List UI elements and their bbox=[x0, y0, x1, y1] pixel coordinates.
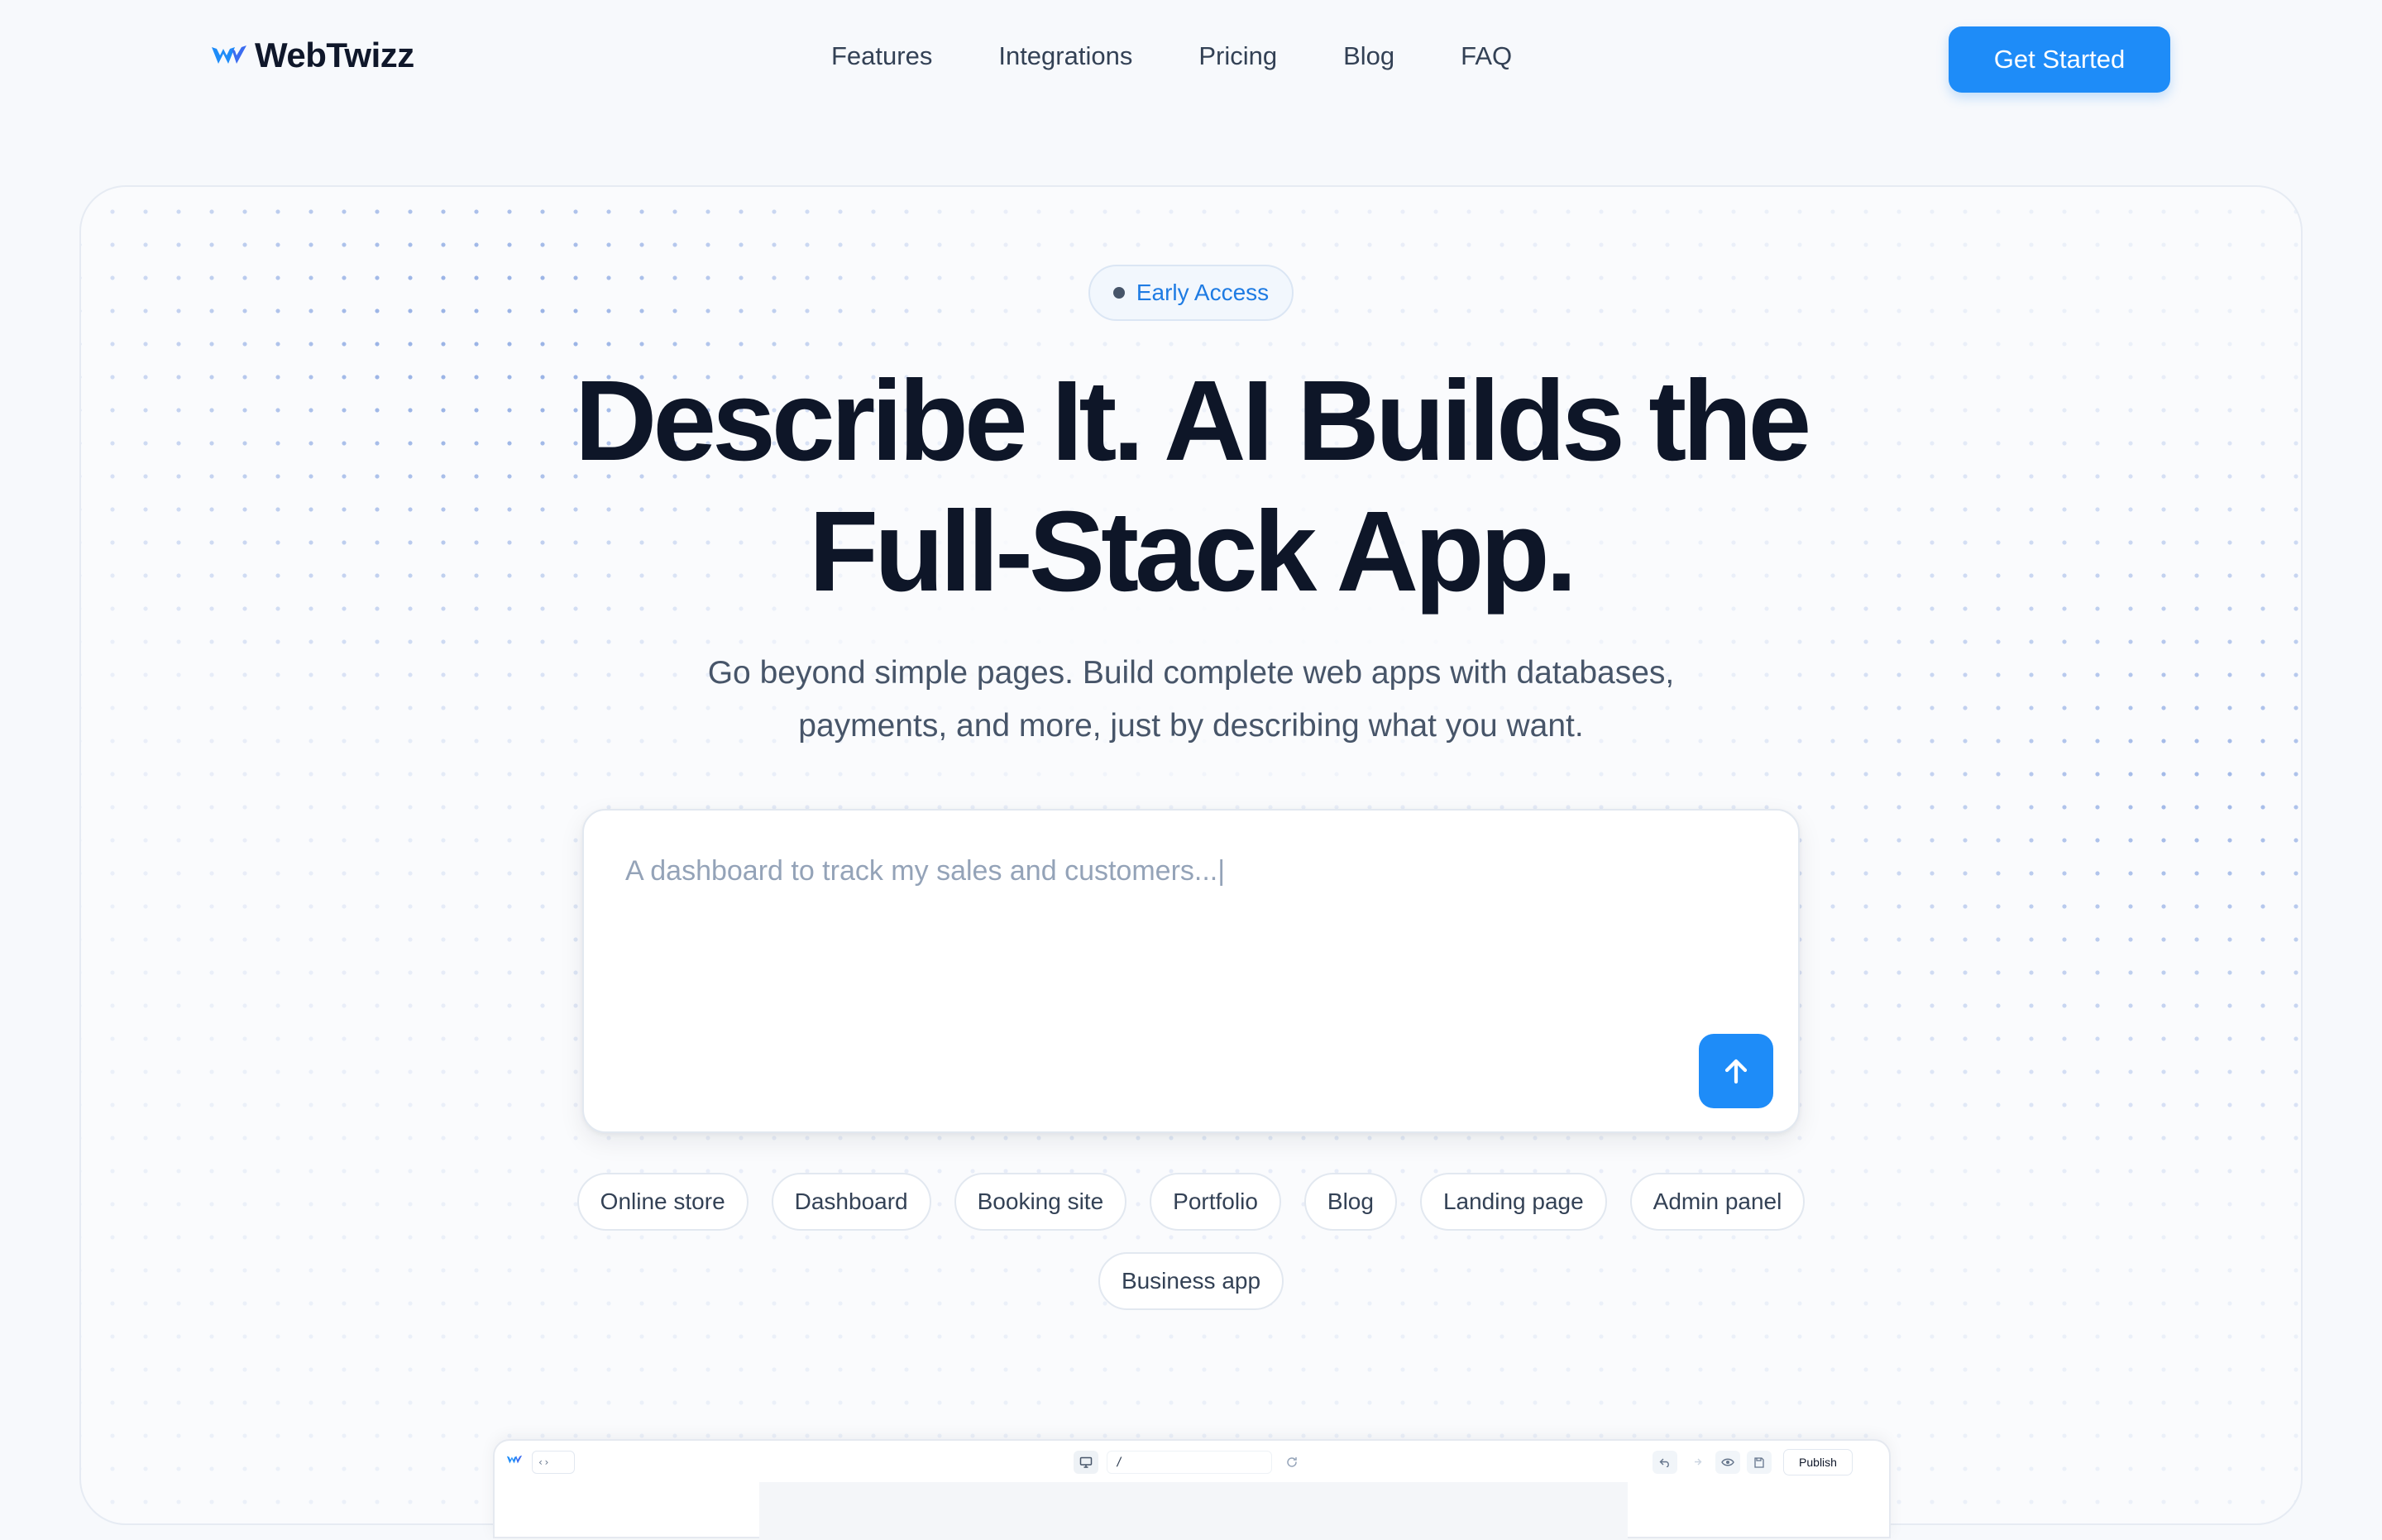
chip-admin-panel[interactable]: Admin panel bbox=[1629, 1173, 1806, 1231]
top-navigation: WebTwizz Features Integrations Pricing B… bbox=[0, 0, 2382, 124]
preview-toolbar: ‹› / Publish bbox=[495, 1441, 1889, 1482]
code-toggle[interactable]: ‹› bbox=[532, 1451, 575, 1474]
redo-icon[interactable] bbox=[1684, 1451, 1709, 1474]
early-access-badge: Early Access bbox=[1088, 265, 1294, 321]
save-icon[interactable] bbox=[1747, 1451, 1772, 1474]
subtitle-line-2: payments, and more, just by describing w… bbox=[798, 708, 1584, 744]
chip-booking-site[interactable]: Booking site bbox=[954, 1173, 1127, 1231]
nav-links: Features Integrations Pricing Blog FAQ bbox=[831, 41, 1512, 71]
status-dot-icon bbox=[1112, 287, 1125, 299]
preview-logo-icon bbox=[506, 1455, 523, 1464]
hero-headline: Describe It. AI Builds the Full-Stack Ap… bbox=[0, 356, 2382, 617]
preview-canvas bbox=[759, 1482, 1628, 1540]
submit-prompt-button[interactable] bbox=[1699, 1034, 1773, 1108]
monitor-icon[interactable] bbox=[1074, 1451, 1098, 1474]
headline-line-1: Describe It. AI Builds the bbox=[574, 357, 1812, 485]
app-description-input[interactable] bbox=[624, 854, 1699, 1019]
chip-blog[interactable]: Blog bbox=[1303, 1173, 1397, 1231]
arrow-up-icon bbox=[1724, 1059, 1748, 1084]
undo-icon[interactable] bbox=[1653, 1451, 1677, 1474]
refresh-icon[interactable] bbox=[1282, 1452, 1302, 1472]
brand-name: WebTwizz bbox=[255, 36, 414, 74]
chip-dashboard[interactable]: Dashboard bbox=[771, 1173, 931, 1231]
nav-link-features[interactable]: Features bbox=[831, 41, 932, 71]
app-preview-window: ‹› / Publish bbox=[493, 1439, 1891, 1540]
eye-icon[interactable] bbox=[1715, 1451, 1740, 1474]
get-started-button[interactable]: Get Started bbox=[1949, 26, 2170, 93]
prompt-box bbox=[582, 809, 1800, 1133]
nav-link-faq[interactable]: FAQ bbox=[1461, 41, 1512, 71]
chip-online-store[interactable]: Online store bbox=[576, 1173, 749, 1231]
brand-logo[interactable]: WebTwizz bbox=[210, 35, 414, 76]
badge-label: Early Access bbox=[1136, 280, 1270, 305]
chip-landing-page[interactable]: Landing page bbox=[1419, 1173, 1607, 1231]
nav-link-pricing[interactable]: Pricing bbox=[1198, 41, 1277, 71]
suggestion-chips: Online store Dashboard Booking site Port… bbox=[529, 1173, 1853, 1310]
subtitle-line-1: Go beyond simple pages. Build complete w… bbox=[707, 655, 1675, 691]
headline-line-2: Full-Stack App. bbox=[808, 488, 1577, 615]
chip-portfolio[interactable]: Portfolio bbox=[1150, 1173, 1281, 1231]
preview-url-field[interactable]: / bbox=[1107, 1451, 1272, 1474]
hero-subtitle: Go beyond simple pages. Build complete w… bbox=[0, 647, 2382, 753]
nav-link-blog[interactable]: Blog bbox=[1343, 41, 1394, 71]
nav-link-integrations[interactable]: Integrations bbox=[998, 41, 1132, 71]
w-logo-icon bbox=[212, 45, 246, 64]
chip-business-app[interactable]: Business app bbox=[1098, 1252, 1284, 1310]
publish-button[interactable]: Publish bbox=[1783, 1449, 1853, 1475]
